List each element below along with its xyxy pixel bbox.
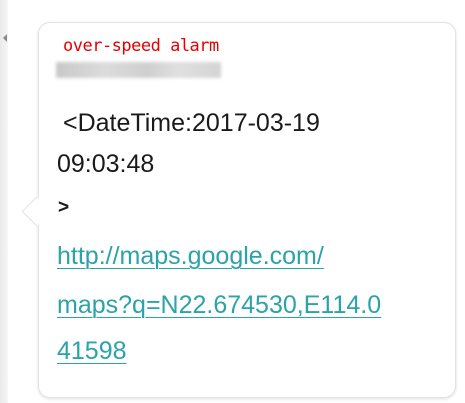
closing-bracket: > xyxy=(58,197,70,218)
map-link-line-2[interactable]: maps?q=N22.674530,E114.0 xyxy=(57,291,381,320)
map-link-line-3[interactable]: 41598 xyxy=(57,337,127,366)
time-line: 09:03:48 xyxy=(57,150,155,178)
datetime-line: <DateTime:2017-03-19 xyxy=(63,109,320,137)
over-speed-annotation: over-speed alarm xyxy=(63,36,219,56)
redacted-sender-text xyxy=(56,62,221,78)
left-edge-panel xyxy=(0,0,8,403)
map-link-line-1[interactable]: http://maps.google.com/ xyxy=(57,242,324,271)
